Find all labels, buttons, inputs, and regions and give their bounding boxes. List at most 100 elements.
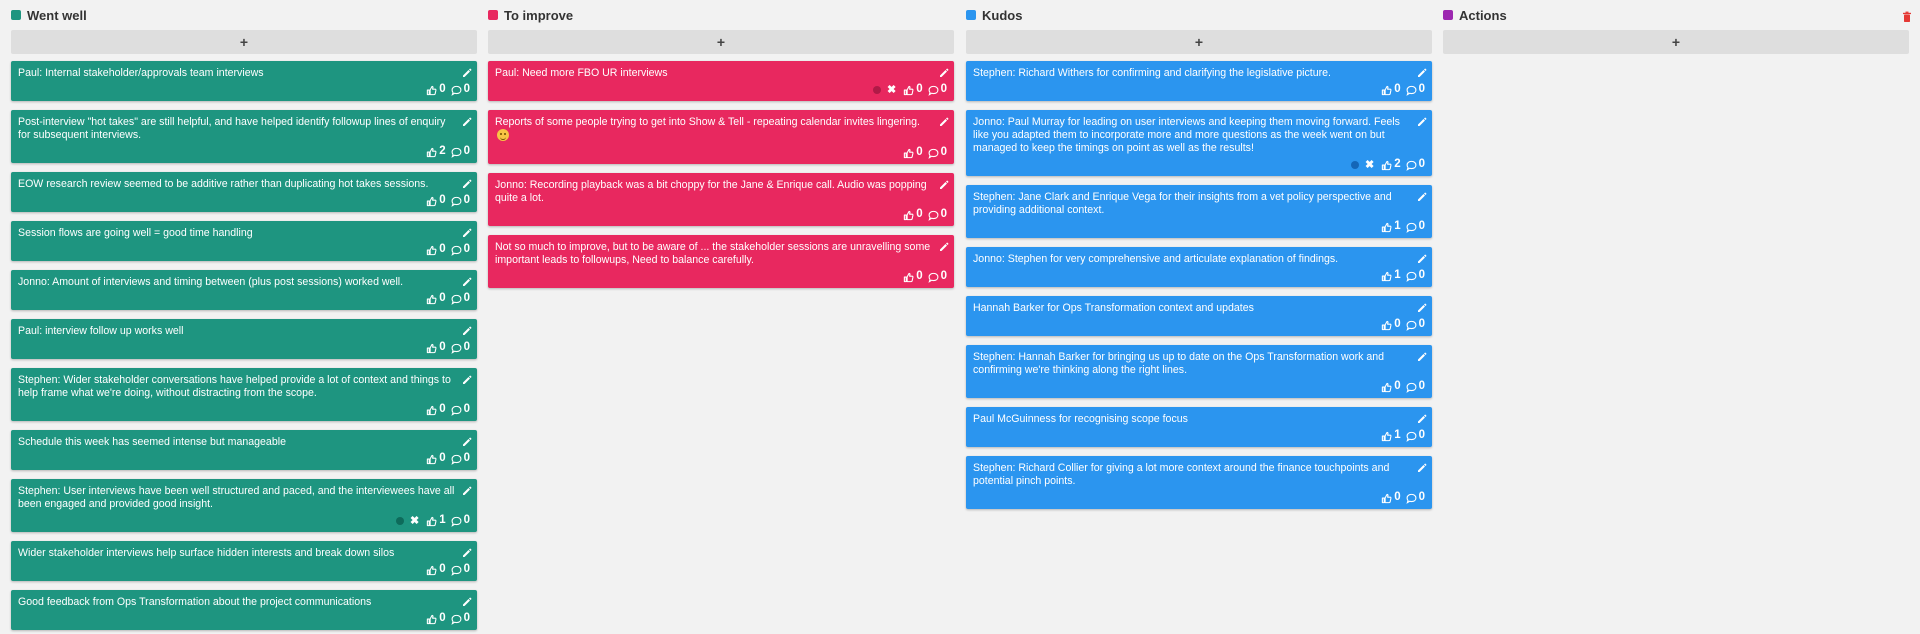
thumbs-up-icon[interactable]: [426, 343, 437, 354]
retro-card[interactable]: Reports of some people trying to get int…: [488, 110, 954, 164]
retro-card[interactable]: EOW research review seemed to be additiv…: [11, 172, 477, 212]
retro-card[interactable]: Stephen: Jane Clark and Enrique Vega for…: [966, 185, 1432, 238]
thumbs-up-icon[interactable]: [1381, 271, 1392, 282]
pencil-icon[interactable]: [939, 177, 949, 189]
thumbs-up-icon[interactable]: [1381, 382, 1392, 393]
thumbs-up-icon[interactable]: [1381, 160, 1392, 171]
retro-card[interactable]: Paul: Need more FBO UR interviews ✖ 0 0: [488, 61, 954, 101]
speech-bubble-icon[interactable]: [451, 516, 462, 527]
add-card-button[interactable]: +: [1443, 30, 1909, 54]
pencil-icon[interactable]: [1417, 411, 1427, 423]
retro-card[interactable]: Stephen: Wider stakeholder conversations…: [11, 368, 477, 421]
retro-card[interactable]: Post-interview "hot takes" are still hel…: [11, 110, 477, 163]
speech-bubble-icon[interactable]: [1406, 431, 1417, 442]
retro-card[interactable]: Jonno: Amount of interviews and timing b…: [11, 270, 477, 310]
add-card-button[interactable]: +: [488, 30, 954, 54]
retro-card[interactable]: Stephen: Richard Withers for confirming …: [966, 61, 1432, 101]
thumbs-up-icon[interactable]: [903, 272, 914, 283]
speech-bubble-icon[interactable]: [451, 85, 462, 96]
speech-bubble-icon[interactable]: [451, 294, 462, 305]
pencil-icon[interactable]: [939, 114, 949, 126]
retro-card[interactable]: Jonno: Paul Murray for leading on user i…: [966, 110, 1432, 176]
pencil-icon[interactable]: [1417, 65, 1427, 77]
thumbs-up-icon[interactable]: [426, 454, 437, 465]
thumbs-up-icon[interactable]: [1381, 320, 1392, 331]
thumbs-up-icon[interactable]: [1381, 222, 1392, 233]
retro-card[interactable]: Stephen: Richard Collier for giving a lo…: [966, 456, 1432, 509]
speech-bubble-icon[interactable]: [451, 343, 462, 354]
speech-bubble-icon[interactable]: [451, 405, 462, 416]
retro-card[interactable]: Wider stakeholder interviews help surfac…: [11, 541, 477, 581]
retro-card[interactable]: Session flows are going well = good time…: [11, 221, 477, 261]
pencil-icon[interactable]: [462, 65, 472, 77]
pencil-icon[interactable]: [462, 594, 472, 606]
thumbs-up-icon[interactable]: [426, 614, 437, 625]
thumbs-up-icon[interactable]: [1381, 493, 1392, 504]
thumbs-up-icon[interactable]: [426, 196, 437, 207]
retro-card[interactable]: Paul McGuinness for recognising scope fo…: [966, 407, 1432, 447]
speech-bubble-icon[interactable]: [1406, 222, 1417, 233]
speech-bubble-icon[interactable]: [451, 245, 462, 256]
pencil-icon[interactable]: [1417, 114, 1427, 126]
thumbs-up-icon[interactable]: [426, 516, 437, 527]
pencil-icon[interactable]: [1417, 189, 1427, 201]
reaction-dot[interactable]: [1350, 161, 1359, 169]
thumbs-up-icon[interactable]: [903, 148, 914, 159]
pencil-icon[interactable]: [939, 65, 949, 77]
thumbs-up-icon[interactable]: [426, 405, 437, 416]
speech-bubble-icon[interactable]: [1406, 271, 1417, 282]
pencil-icon[interactable]: [462, 323, 472, 335]
pencil-icon[interactable]: [462, 483, 472, 495]
pencil-icon[interactable]: [462, 545, 472, 557]
thumbs-up-icon[interactable]: [1381, 431, 1392, 442]
pencil-icon[interactable]: [462, 176, 472, 188]
x-icon[interactable]: ✖: [410, 515, 419, 527]
speech-bubble-icon[interactable]: [928, 210, 939, 221]
speech-bubble-icon[interactable]: [928, 85, 939, 96]
retro-card[interactable]: Jonno: Recording playback was a bit chop…: [488, 173, 954, 226]
thumbs-up-icon[interactable]: [426, 245, 437, 256]
pencil-icon[interactable]: [462, 225, 472, 237]
pencil-icon[interactable]: [1417, 460, 1427, 472]
pencil-icon[interactable]: [462, 434, 472, 446]
pencil-icon[interactable]: [1417, 251, 1427, 263]
retro-card[interactable]: Paul: interview follow up works well 0 0: [11, 319, 477, 359]
speech-bubble-icon[interactable]: [451, 196, 462, 207]
speech-bubble-icon[interactable]: [451, 614, 462, 625]
retro-card[interactable]: Stephen: Hannah Barker for bringing us u…: [966, 345, 1432, 398]
reaction-dot[interactable]: [872, 86, 881, 94]
speech-bubble-icon[interactable]: [451, 454, 462, 465]
thumbs-up-icon[interactable]: [1381, 85, 1392, 96]
x-icon[interactable]: ✖: [887, 84, 896, 96]
pencil-icon[interactable]: [1417, 349, 1427, 361]
speech-bubble-icon[interactable]: [1406, 320, 1417, 331]
reaction-dot[interactable]: [395, 517, 404, 525]
thumbs-up-icon[interactable]: [903, 85, 914, 96]
pencil-icon[interactable]: [939, 239, 949, 251]
thumbs-up-icon[interactable]: [426, 565, 437, 576]
thumbs-up-icon[interactable]: [426, 147, 437, 158]
retro-card[interactable]: Stephen: User interviews have been well …: [11, 479, 477, 532]
speech-bubble-icon[interactable]: [451, 147, 462, 158]
x-icon[interactable]: ✖: [1365, 159, 1374, 171]
speech-bubble-icon[interactable]: [1406, 382, 1417, 393]
retro-card[interactable]: Not so much to improve, but to be aware …: [488, 235, 954, 288]
speech-bubble-icon[interactable]: [928, 148, 939, 159]
thumbs-up-icon[interactable]: [426, 294, 437, 305]
retro-card[interactable]: Hannah Barker for Ops Transformation con…: [966, 296, 1432, 336]
retro-card[interactable]: Good feedback from Ops Transformation ab…: [11, 590, 477, 630]
speech-bubble-icon[interactable]: [1406, 493, 1417, 504]
pencil-icon[interactable]: [462, 372, 472, 384]
trash-icon[interactable]: [1902, 10, 1912, 22]
pencil-icon[interactable]: [462, 114, 472, 126]
thumbs-up-icon[interactable]: [426, 85, 437, 96]
speech-bubble-icon[interactable]: [928, 272, 939, 283]
speech-bubble-icon[interactable]: [1406, 160, 1417, 171]
speech-bubble-icon[interactable]: [451, 565, 462, 576]
retro-card[interactable]: Paul: Internal stakeholder/approvals tea…: [11, 61, 477, 101]
speech-bubble-icon[interactable]: [1406, 85, 1417, 96]
add-card-button[interactable]: +: [966, 30, 1432, 54]
pencil-icon[interactable]: [1417, 300, 1427, 312]
retro-card[interactable]: Jonno: Stephen for very comprehensive an…: [966, 247, 1432, 287]
thumbs-up-icon[interactable]: [903, 210, 914, 221]
